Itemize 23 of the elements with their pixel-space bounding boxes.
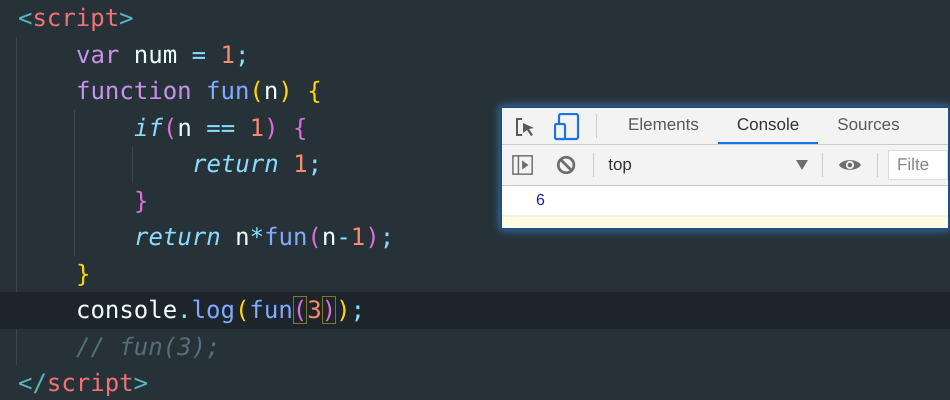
code-line: } xyxy=(134,186,148,214)
caret-icon xyxy=(796,160,808,170)
code-line: } xyxy=(76,260,90,288)
code-line: console.log(fun(3)); xyxy=(76,296,366,324)
code-line: // fun(3); xyxy=(76,332,220,360)
code-line: return 1; xyxy=(192,150,322,178)
eye-icon[interactable] xyxy=(838,157,862,173)
code-line: if(n == 1) { xyxy=(134,114,308,142)
context-select[interactable]: top xyxy=(608,151,808,179)
sidebar-toggle-icon[interactable] xyxy=(512,154,534,176)
code-line: var num = 1; xyxy=(76,40,250,68)
console-output: 6 xyxy=(536,190,545,210)
filter-field[interactable]: Filte xyxy=(888,150,948,180)
code-line: <script> xyxy=(18,4,134,32)
context-label: top xyxy=(608,154,633,176)
devtools-tab[interactable]: Sources xyxy=(818,108,919,144)
devtools-tab[interactable]: Elements xyxy=(609,108,718,144)
code-line: function fun(n) { xyxy=(76,77,322,105)
device-toolbar-icon[interactable] xyxy=(554,113,580,141)
inspect-icon[interactable] xyxy=(514,117,536,139)
code-line: </script> xyxy=(18,369,148,397)
clear-console-icon[interactable] xyxy=(556,154,576,176)
code-line: return n*fun(n-1); xyxy=(134,223,394,251)
